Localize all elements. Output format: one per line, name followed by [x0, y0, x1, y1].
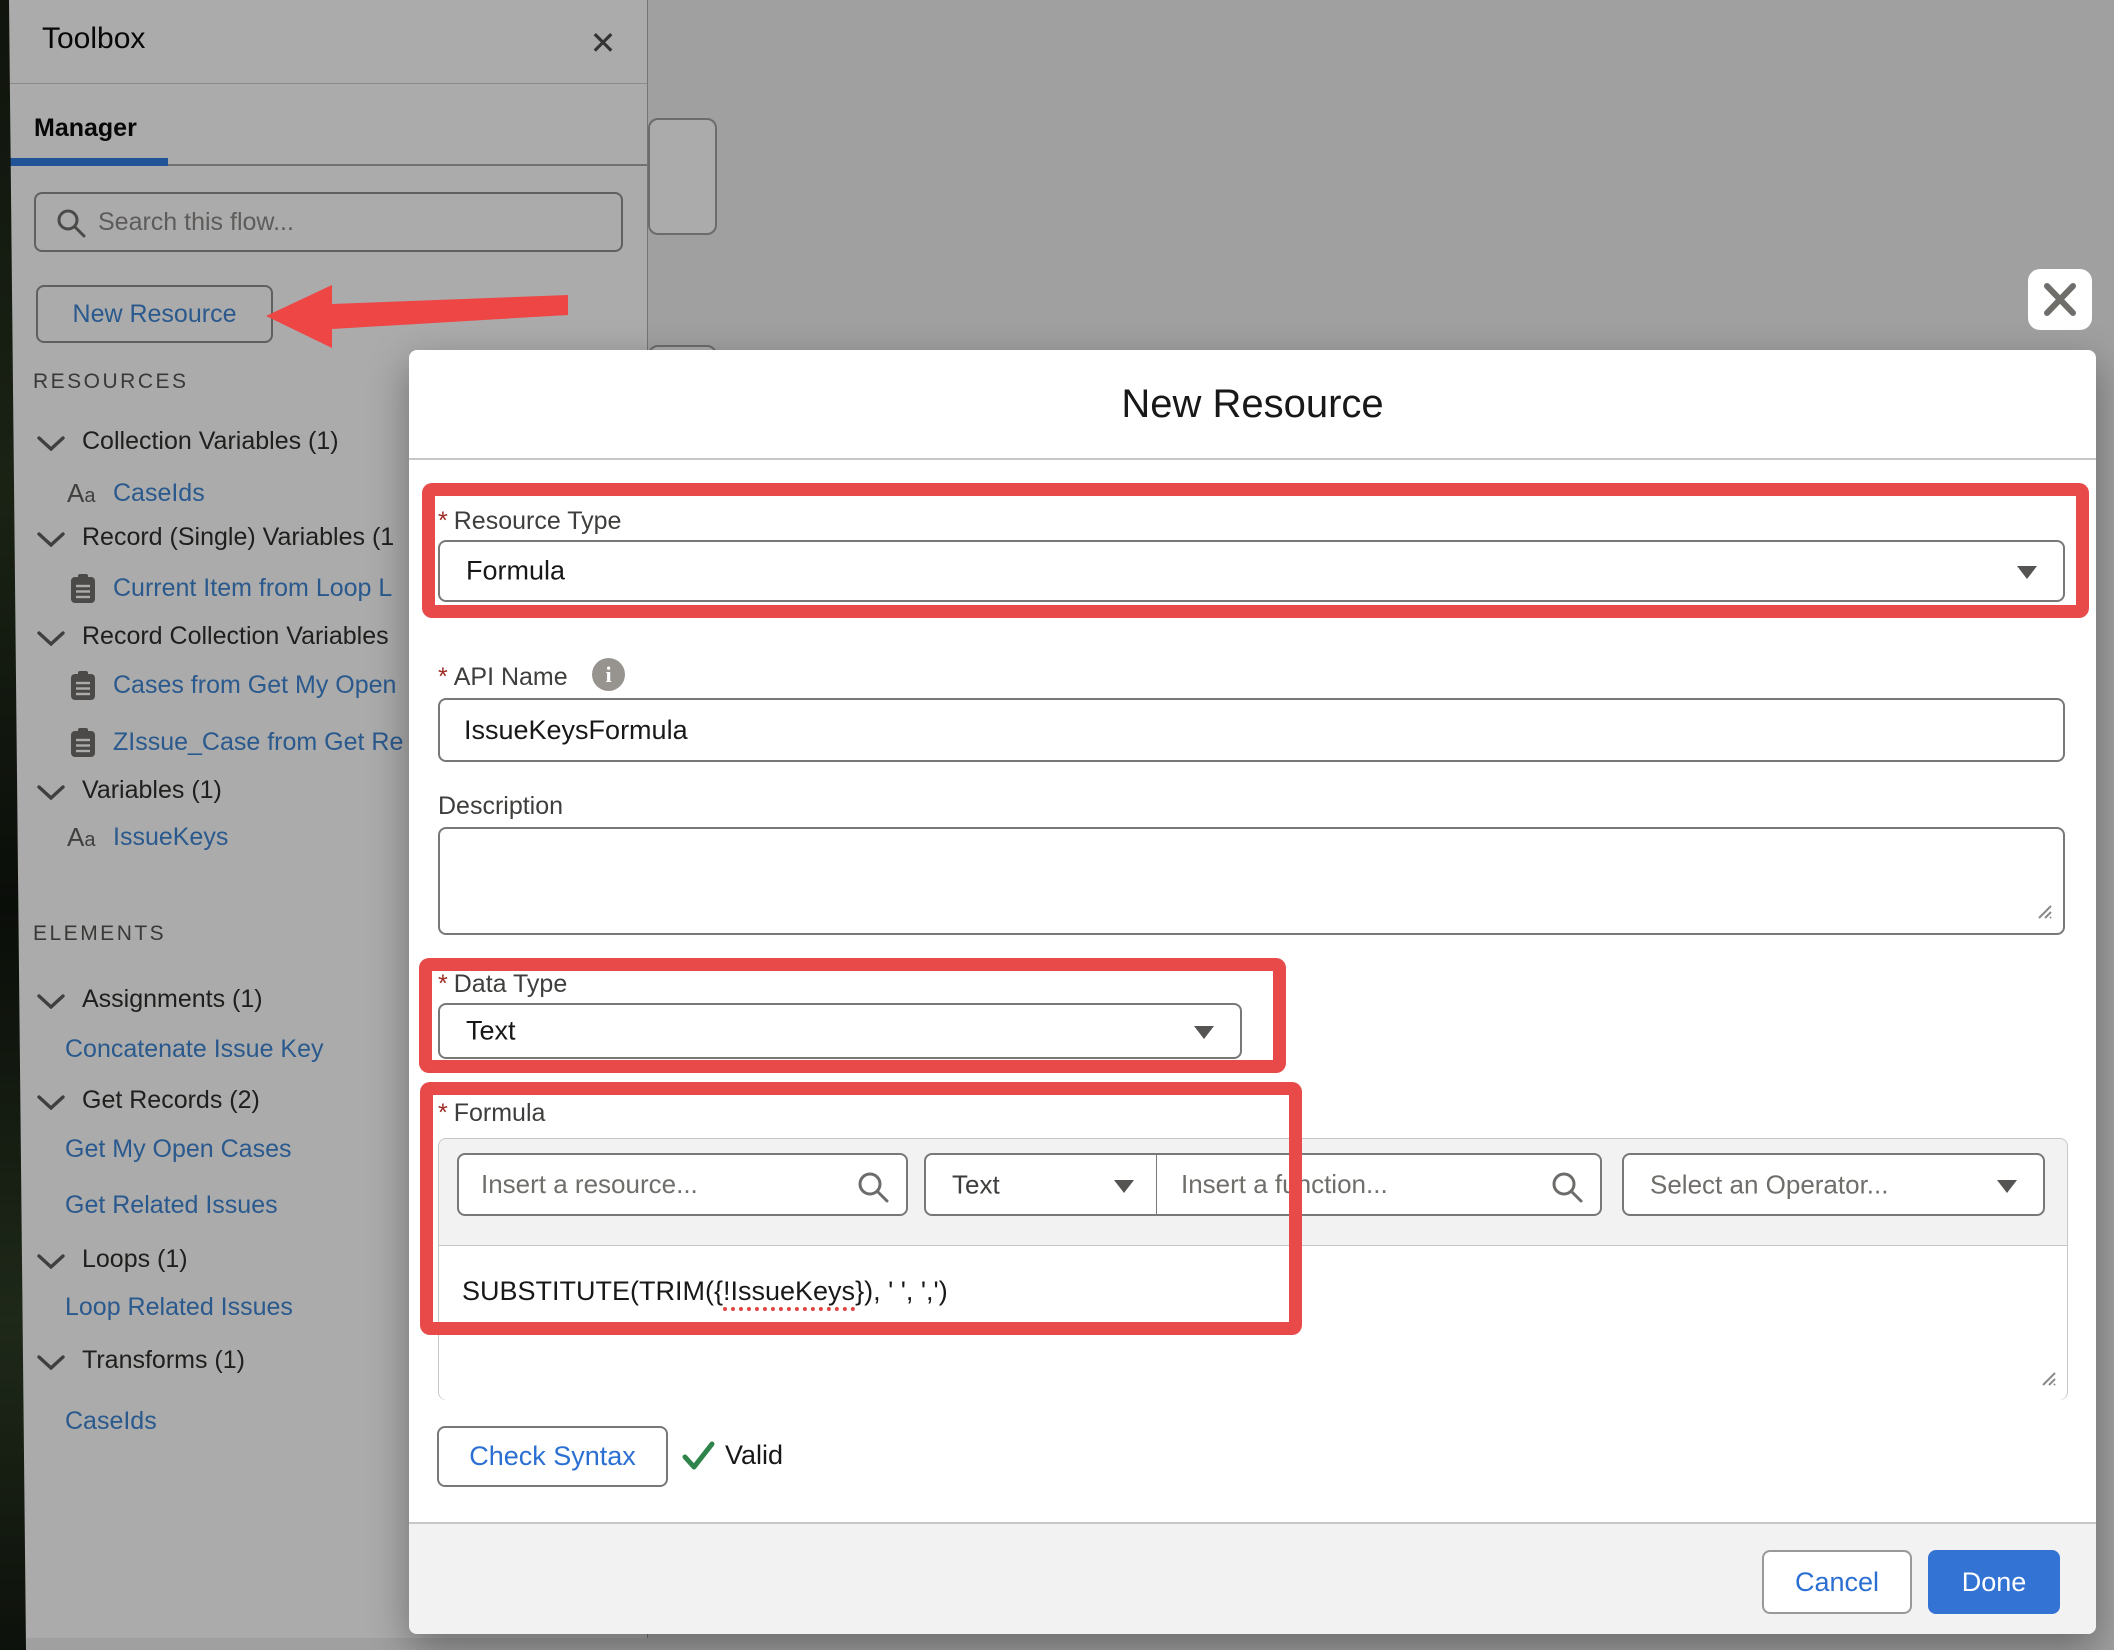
modal-header: New Resource: [409, 350, 2096, 460]
formula-toolbar: Text Select an Operator...: [439, 1139, 2067, 1245]
close-icon: [2028, 269, 2092, 330]
chevron-down-icon: [1194, 1026, 1214, 1039]
data-type-label: *Data Type: [438, 970, 567, 999]
search-icon: [856, 1170, 890, 1209]
api-name-input[interactable]: [462, 700, 2041, 760]
insert-function-combobox[interactable]: [1156, 1153, 1602, 1216]
insert-resource-input[interactable]: [479, 1155, 829, 1214]
operator-placeholder: Select an Operator...: [1650, 1169, 1888, 1200]
formula-editor: Text Select an Operator... SUBSTITUTE(TR…: [438, 1138, 2068, 1400]
function-category-value: Text: [952, 1169, 1000, 1200]
check-syntax-button[interactable]: Check Syntax: [437, 1426, 668, 1487]
operator-select[interactable]: Select an Operator...: [1622, 1153, 2045, 1216]
description-textarea[interactable]: [462, 829, 2041, 933]
insert-resource-combobox[interactable]: [457, 1153, 908, 1216]
chevron-down-icon: [1997, 1180, 2017, 1193]
resource-type-value: Formula: [466, 556, 565, 587]
function-category-select[interactable]: Text: [924, 1153, 1158, 1216]
required-asterisk: *: [438, 663, 448, 691]
description-field[interactable]: [438, 827, 2065, 935]
formula-expression: SUBSTITUTE(TRIM({!IssueKeys}), ' ', ','): [462, 1276, 948, 1307]
formula-label: *Formula: [438, 1099, 545, 1128]
required-asterisk: *: [438, 970, 448, 998]
check-icon: [679, 1438, 719, 1474]
syntax-valid-status: Valid: [679, 1438, 719, 1478]
misspelled-token: !IssueKeys: [723, 1276, 855, 1311]
cancel-button[interactable]: Cancel: [1762, 1550, 1912, 1614]
flow-builder-screen: Toolbox ✕ Manager New Resource RESOURCES…: [0, 0, 2114, 1650]
resource-type-select[interactable]: Formula: [438, 540, 2065, 602]
api-name-field[interactable]: [438, 698, 2065, 762]
modal-footer: Cancel Done: [409, 1522, 2096, 1634]
api-name-label: *API Name i: [438, 663, 568, 692]
data-type-value: Text: [466, 1016, 516, 1047]
data-type-select[interactable]: Text: [438, 1003, 1242, 1059]
required-asterisk: *: [438, 1099, 448, 1127]
required-asterisk: *: [438, 507, 448, 535]
insert-function-input[interactable]: [1179, 1155, 1519, 1214]
valid-label: Valid: [725, 1440, 783, 1471]
modal-close-button[interactable]: [2028, 269, 2092, 330]
description-label: Description: [438, 792, 563, 821]
modal-title: New Resource: [409, 382, 2096, 427]
chevron-down-icon: [2017, 566, 2037, 579]
search-icon: [1550, 1170, 1584, 1209]
new-resource-modal: New Resource *Resource Type Formula *API…: [409, 350, 2096, 1634]
info-icon[interactable]: i: [592, 658, 625, 691]
resize-handle-icon[interactable]: [2035, 1365, 2057, 1392]
resource-type-label: *Resource Type: [438, 507, 621, 536]
done-button[interactable]: Done: [1928, 1550, 2060, 1614]
resize-handle-icon[interactable]: [2031, 898, 2053, 925]
chevron-down-icon: [1114, 1180, 1134, 1193]
formula-textarea[interactable]: SUBSTITUTE(TRIM({!IssueKeys}), ' ', ','): [439, 1245, 2067, 1400]
